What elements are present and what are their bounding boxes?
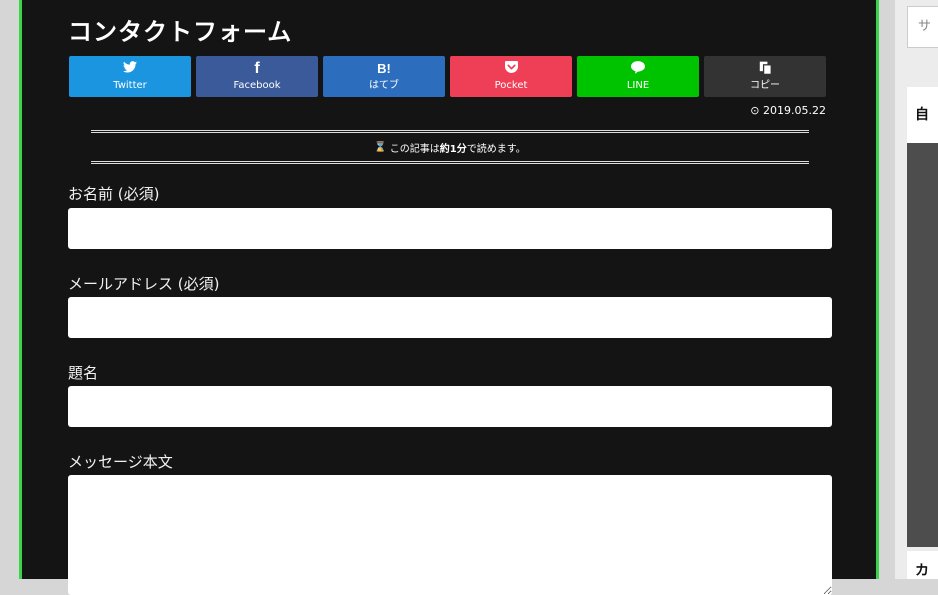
name-label: お名前 (必須) bbox=[68, 185, 160, 203]
share-copy-button[interactable]: コピー bbox=[704, 56, 826, 97]
share-twitter-button[interactable]: Twitter bbox=[69, 56, 191, 97]
sidebar: サ 自 カ bbox=[895, 0, 938, 579]
share-bar: Twitter f Facebook B! はてブ Pocket LINE コピ… bbox=[69, 56, 826, 97]
page-title: コンタクトフォーム bbox=[68, 18, 293, 46]
subject-field[interactable] bbox=[68, 386, 832, 427]
share-facebook-button[interactable]: f Facebook bbox=[196, 56, 318, 97]
email-label: メールアドレス (必須) bbox=[68, 275, 220, 293]
message-label: メッセージ本文 bbox=[68, 453, 173, 471]
subject-label: 題名 bbox=[68, 364, 99, 382]
share-pocket-button[interactable]: Pocket bbox=[450, 56, 572, 97]
search-input[interactable]: サ bbox=[907, 6, 938, 48]
share-line-button[interactable]: LINE bbox=[577, 56, 699, 97]
hatena-icon: B! bbox=[377, 61, 391, 76]
share-hatena-button[interactable]: B! はてブ bbox=[323, 56, 445, 97]
widget-heading: 自 bbox=[907, 87, 938, 143]
line-icon bbox=[631, 61, 645, 77]
email-field[interactable] bbox=[68, 297, 832, 338]
twitter-icon bbox=[123, 61, 137, 77]
sidebar-widget: 自 bbox=[907, 87, 938, 547]
facebook-icon: f bbox=[254, 60, 260, 77]
clock-icon: ⊙ bbox=[750, 104, 764, 117]
widget2-heading: カ bbox=[907, 551, 938, 579]
message-field[interactable] bbox=[68, 475, 832, 595]
main-content: コンタクトフォーム Twitter f Facebook B! はてブ Pock… bbox=[19, 0, 879, 595]
post-date: ⊙ 2019.05.22 bbox=[750, 104, 826, 117]
pocket-icon bbox=[504, 61, 518, 77]
name-field[interactable] bbox=[68, 208, 832, 249]
reading-time: ⌛ この記事は 約1分 で読めます。 bbox=[91, 130, 809, 164]
copy-icon bbox=[759, 61, 772, 77]
hourglass-icon: ⌛ bbox=[374, 141, 387, 153]
